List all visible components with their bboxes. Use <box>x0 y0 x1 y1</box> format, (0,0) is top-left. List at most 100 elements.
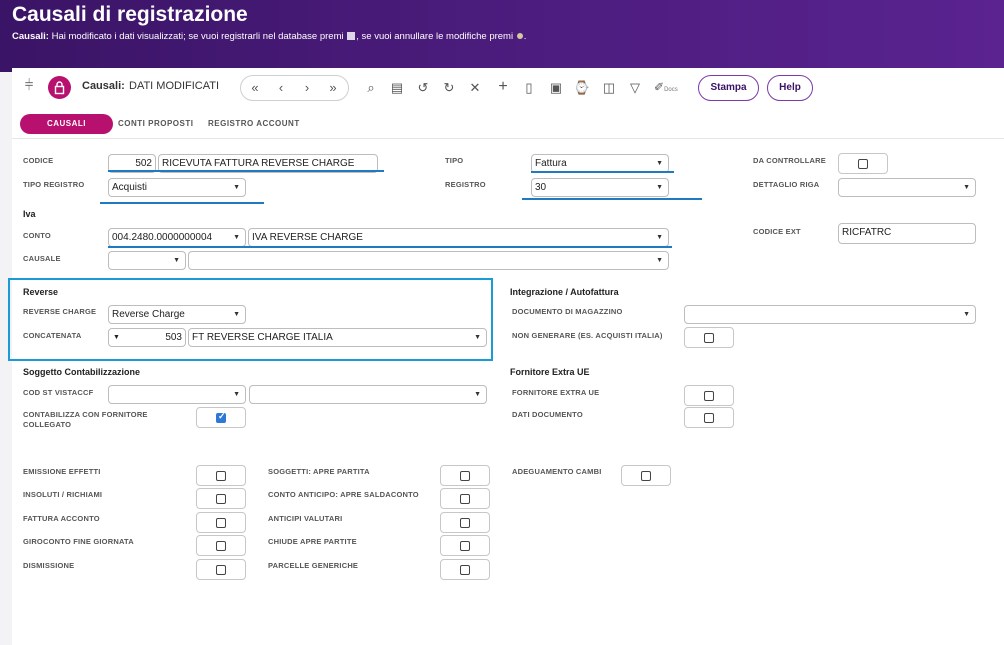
chiude-partite-checkbox[interactable] <box>440 535 490 556</box>
non-generare-label: NON GENERARE (ES. ACQUISTI ITALIA) <box>512 331 663 340</box>
dati-documento-checkbox[interactable] <box>684 407 734 428</box>
anticipi-valutari-label: ANTICIPI VALUTARI <box>268 514 343 523</box>
adeguamento-cambi-label: ADEGUAMENTO CAMBI <box>512 467 602 476</box>
soggetti-partita-checkbox[interactable] <box>440 465 490 486</box>
checkbox-box <box>216 518 226 528</box>
parcelle-checkbox[interactable] <box>440 559 490 580</box>
cod-st-vistaccf-description-select[interactable] <box>249 385 487 404</box>
tab-conti-proposti[interactable]: CONTI PROPOSTI <box>118 119 193 128</box>
status-text-end: . <box>523 31 527 42</box>
soggetto-section-title: Soggetto Contabilizzazione <box>23 367 140 377</box>
concatenata-number: 503 <box>165 332 182 343</box>
chiude-partite-label: CHIUDE APRE PARTITE <box>268 537 357 546</box>
filter-icon[interactable]: ▽ <box>626 78 644 98</box>
conto-label: CONTO <box>23 231 51 240</box>
tab-causali[interactable]: CAUSALI <box>20 114 113 134</box>
anticipi-valutari-checkbox[interactable] <box>440 512 490 533</box>
concatenata-number-field[interactable]: ▼ 503 <box>108 328 186 347</box>
codice-ext-field[interactable]: RICFATRC <box>838 223 976 244</box>
integrazione-section-title: Integrazione / Autofattura <box>510 287 619 297</box>
checkbox-box <box>216 565 226 575</box>
docs-icon[interactable]: ✐Docs <box>654 80 678 94</box>
undo-icon[interactable]: ↺ <box>414 78 432 98</box>
status-message: Causali: Hai modificato i dati visualizz… <box>12 31 526 42</box>
tipo-label: TIPO <box>445 156 464 165</box>
reverse-charge-select[interactable]: Reverse Charge <box>108 305 246 324</box>
tipo-registro-label: TIPO REGISTRO <box>23 180 85 189</box>
checkbox-box <box>704 413 714 423</box>
refresh-icon[interactable]: ↻ <box>440 78 458 98</box>
previous-record-icon[interactable]: ‹ <box>272 78 290 98</box>
concatenata-description-select[interactable]: FT REVERSE CHARGE ITALIA <box>188 328 487 347</box>
tab-divider <box>12 138 1004 139</box>
fattura-acconto-checkbox[interactable] <box>196 512 246 533</box>
checkbox-box <box>704 333 714 343</box>
lock-button[interactable] <box>48 76 71 99</box>
documento-magazzino-label: DOCUMENTO DI MAGAZZINO <box>512 307 623 316</box>
dismissione-checkbox[interactable] <box>196 559 246 580</box>
concatenata-label: CONCATENATA <box>23 331 82 340</box>
collapse-icon[interactable]: ⫩ <box>20 76 38 96</box>
conto-code-select[interactable]: 004.2480.0000000004 <box>108 228 246 247</box>
first-record-icon[interactable]: « <box>246 78 264 98</box>
status-prefix: Causali: <box>12 31 49 42</box>
checkbox-box <box>704 391 714 401</box>
fattura-acconto-label: FATTURA ACCONTO <box>23 514 100 523</box>
checkbox-box <box>641 471 651 481</box>
insoluti-label: INSOLUTI / RICHIAMI <box>23 490 103 499</box>
checkbox-box <box>216 471 226 481</box>
fornitore-extra-ue-checkbox[interactable] <box>684 385 734 406</box>
checkbox-box <box>858 159 868 169</box>
cod-st-vistaccf-select[interactable] <box>108 385 246 404</box>
entity-label: Causali: <box>82 80 125 92</box>
giroconto-label: GIROCONTO FINE GIORNATA <box>23 537 134 546</box>
da-controllare-checkbox[interactable] <box>838 153 888 174</box>
checkbox-box <box>460 494 470 504</box>
checkbox-box <box>216 494 226 504</box>
checkbox-box <box>216 541 226 551</box>
registro-select[interactable]: 30 <box>531 178 669 197</box>
documento-magazzino-select[interactable] <box>684 305 976 324</box>
list-icon[interactable]: ▤ <box>388 78 406 98</box>
save-icon <box>347 32 356 41</box>
registro-underline <box>522 198 702 200</box>
tab-registro-account[interactable]: REGISTRO ACCOUNT <box>208 119 300 128</box>
status-text-2: , se vuoi annullare le modifiche premi <box>356 31 516 42</box>
dettaglio-riga-select[interactable] <box>838 178 976 197</box>
causale-description-select[interactable] <box>188 251 669 270</box>
giroconto-checkbox[interactable] <box>196 535 246 556</box>
codice-underline <box>108 170 384 172</box>
emissione-effetti-checkbox[interactable] <box>196 465 246 486</box>
tipo-registro-select[interactable]: Acquisti <box>108 178 246 197</box>
chevron-down-icon: ▼ <box>113 334 120 341</box>
non-generare-checkbox[interactable] <box>684 327 734 348</box>
reverse-charge-label: REVERSE CHARGE <box>23 307 97 316</box>
checkbox-box-checked <box>216 411 226 423</box>
book-icon[interactable]: ◫ <box>600 78 618 98</box>
record-status: DATI MODIFICATI <box>129 80 220 92</box>
conto-anticipo-checkbox[interactable] <box>440 488 490 509</box>
add-icon[interactable]: + <box>494 77 512 97</box>
search-icon[interactable]: ⌕ <box>362 78 380 98</box>
contabilizza-label-2: COLLEGATO <box>23 420 72 429</box>
clipboard-icon[interactable]: ▯ <box>520 78 538 98</box>
registro-label: REGISTRO <box>445 180 486 189</box>
da-controllare-label: DA CONTROLLARE <box>753 156 826 165</box>
print-button[interactable]: Stampa <box>698 75 759 101</box>
help-button[interactable]: Help <box>767 75 813 101</box>
delete-icon[interactable]: ✕ <box>466 78 484 98</box>
last-record-icon[interactable]: » <box>324 78 342 98</box>
contabilizza-checkbox[interactable] <box>196 407 246 428</box>
adeguamento-cambi-checkbox[interactable] <box>621 465 671 486</box>
conto-description-select[interactable]: IVA REVERSE CHARGE <box>248 228 669 247</box>
watch-icon[interactable]: ⌚ <box>573 78 591 98</box>
iva-section-title: Iva <box>23 209 36 219</box>
save-icon[interactable]: ▣ <box>547 78 565 98</box>
next-record-icon[interactable]: › <box>298 78 316 98</box>
causale-code-select[interactable] <box>108 251 186 270</box>
causale-label: CAUSALE <box>23 254 61 263</box>
insoluti-checkbox[interactable] <box>196 488 246 509</box>
undo-icon <box>516 33 523 40</box>
fornitore-extra-ue-label: FORNITORE EXTRA UE <box>512 388 600 397</box>
dismissione-label: DISMISSIONE <box>23 561 75 570</box>
